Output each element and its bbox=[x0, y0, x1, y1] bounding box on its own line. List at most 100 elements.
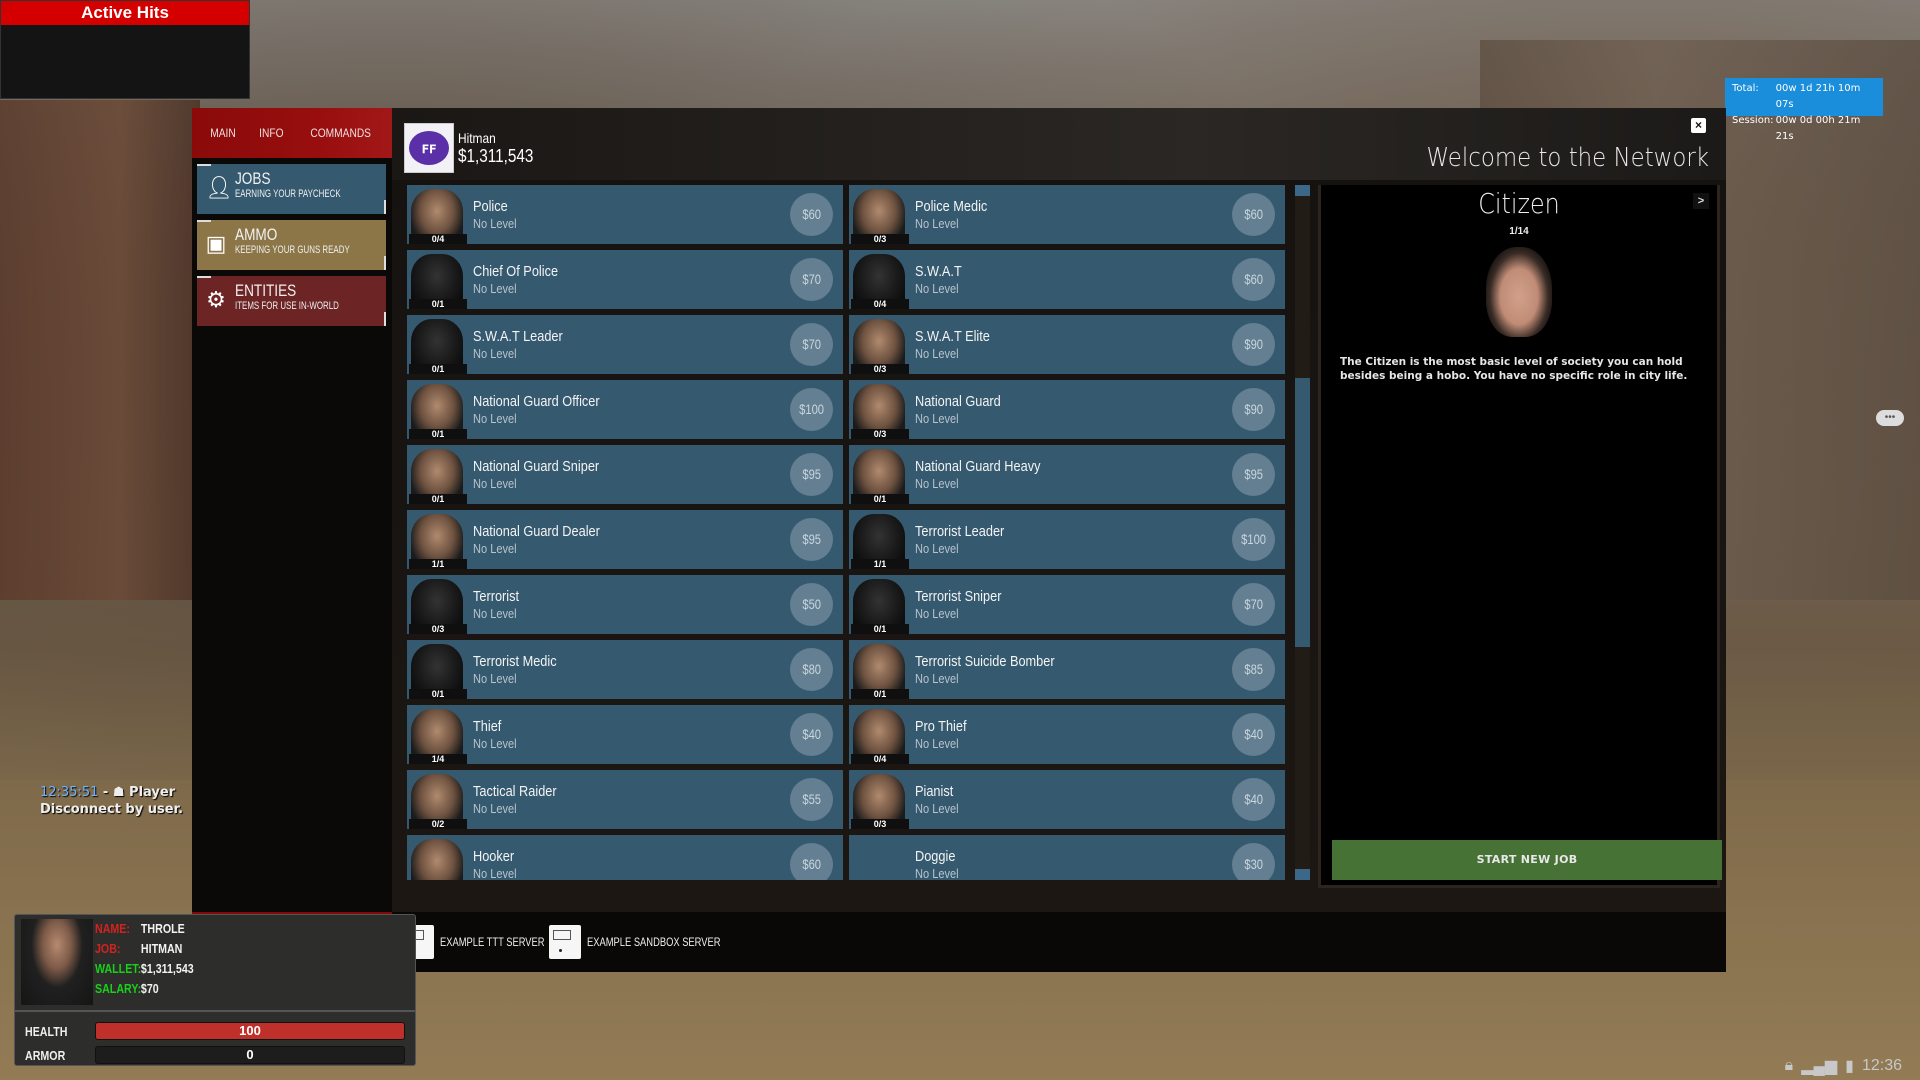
job-salary-badge: $100 bbox=[1232, 518, 1275, 561]
category-subtitle: ITEMS FOR USE IN-WORLD bbox=[235, 300, 339, 312]
tray-time: 12:36 bbox=[1861, 1057, 1902, 1074]
job-salary: $95 bbox=[1244, 466, 1263, 482]
job-card[interactable]: 0/1 Terrorist Suicide Bomber No Level $85 bbox=[849, 640, 1285, 699]
job-card[interactable]: 0/1 Terrorist Medic No Level $80 bbox=[407, 640, 843, 699]
job-salary-badge: $50 bbox=[790, 583, 833, 626]
jobs-scrollbar[interactable] bbox=[1295, 185, 1310, 880]
job-salary: $85 bbox=[1244, 661, 1263, 677]
chat-message: Disconnect by user. bbox=[40, 802, 184, 817]
job-card[interactable]: 0/3 Police Medic No Level $60 bbox=[849, 185, 1285, 244]
start-new-job-button[interactable]: START NEW JOB bbox=[1332, 840, 1722, 880]
scroll-down-button[interactable] bbox=[1295, 869, 1310, 880]
player-icon: ☗ bbox=[112, 785, 125, 800]
job-level: No Level bbox=[473, 541, 517, 556]
tab-commands[interactable]: COMMANDS bbox=[310, 126, 371, 140]
job-card[interactable]: 1/1 National Guard Dealer No Level $95 bbox=[407, 510, 843, 569]
next-model-button[interactable]: > bbox=[1693, 193, 1709, 209]
job-name: Hooker bbox=[473, 848, 515, 865]
job-name: Chief Of Police bbox=[473, 263, 559, 280]
job-slots: 0/1 bbox=[851, 689, 909, 699]
job-name: Terrorist Leader bbox=[915, 523, 1005, 540]
person-icon: 👤︎ bbox=[205, 175, 233, 200]
job-salary-badge: $70 bbox=[790, 258, 833, 301]
scroll-thumb[interactable] bbox=[1295, 378, 1310, 647]
job-card[interactable]: 0/3 Terrorist No Level $50 bbox=[407, 575, 843, 634]
job-level: No Level bbox=[473, 476, 517, 491]
category-entities[interactable]: ⚙ ENTITIES ITEMS FOR USE IN-WORLD bbox=[197, 276, 386, 326]
job-description: The Citizen is the most basic level of s… bbox=[1340, 356, 1688, 382]
job-card[interactable]: 0/1 National Guard Heavy No Level $95 bbox=[849, 445, 1285, 504]
logo-mark-icon: ꜰꜰ bbox=[409, 131, 449, 165]
job-salary: $100 bbox=[1241, 531, 1266, 547]
job-salary-badge: $70 bbox=[790, 323, 833, 366]
job-salary: $60 bbox=[802, 206, 821, 222]
job-card[interactable]: 0/3 Pianist No Level $40 bbox=[849, 770, 1285, 829]
job-level: No Level bbox=[915, 281, 959, 296]
detail-title: Citizen bbox=[1478, 187, 1560, 220]
job-salary-badge: $60 bbox=[1232, 193, 1275, 236]
system-tray: 🔒︎ ▂▄▆ ▮ 12:36 bbox=[1785, 1056, 1902, 1076]
category-jobs[interactable]: 👤︎ JOBS EARNING YOUR PAYCHECK bbox=[197, 164, 386, 214]
armor-bar: 0 bbox=[95, 1046, 405, 1064]
background-building-left bbox=[0, 100, 200, 600]
job-name: Police Medic bbox=[915, 198, 988, 215]
job-card[interactable]: 1/4 Thief No Level $40 bbox=[407, 705, 843, 764]
job-card[interactable]: Hooker No Level $60 bbox=[407, 835, 843, 880]
job-salary: $40 bbox=[1244, 791, 1263, 807]
job-salary-badge: $70 bbox=[1232, 583, 1275, 626]
salary-value: $70 bbox=[140, 981, 159, 996]
category-title: JOBS bbox=[235, 169, 271, 188]
job-card[interactable]: Doggie No Level $30 bbox=[849, 835, 1285, 880]
job-salary: $95 bbox=[802, 531, 821, 547]
job-salary: $70 bbox=[802, 271, 821, 287]
tab-info[interactable]: INFO bbox=[259, 126, 283, 140]
main-header: ꜰꜰ Hitman $1,311,543 × Welcome to the Ne… bbox=[392, 108, 1726, 180]
job-salary: $80 bbox=[802, 661, 821, 677]
job-salary-badge: $85 bbox=[1232, 648, 1275, 691]
job-level: No Level bbox=[915, 801, 959, 816]
job-slots: 0/2 bbox=[409, 819, 467, 829]
job-card[interactable]: 0/4 Pro Thief No Level $40 bbox=[849, 705, 1285, 764]
job-slots: 0/4 bbox=[851, 754, 909, 764]
player-avatar bbox=[21, 919, 93, 1005]
main-panel: ꜰꜰ Hitman $1,311,543 × Welcome to the Ne… bbox=[392, 108, 1726, 912]
speech-bubble-icon: ••• bbox=[1876, 410, 1904, 426]
job-slots: 0/4 bbox=[409, 234, 467, 244]
job-name: Tactical Raider bbox=[473, 783, 557, 800]
job-level: No Level bbox=[473, 736, 517, 751]
job-slots: 0/3 bbox=[851, 429, 909, 439]
scroll-up-button[interactable] bbox=[1295, 185, 1310, 196]
job-card[interactable]: 0/1 Terrorist Sniper No Level $70 bbox=[849, 575, 1285, 634]
job-name: National Guard Sniper bbox=[473, 458, 600, 475]
job-card[interactable]: 0/2 Tactical Raider No Level $55 bbox=[407, 770, 843, 829]
job-salary-badge: $60 bbox=[1232, 258, 1275, 301]
job-salary-badge: $100 bbox=[790, 388, 833, 431]
wallet-value: $1,311,543 bbox=[140, 961, 194, 976]
tab-main[interactable]: MAIN bbox=[210, 126, 236, 140]
job-slots: 0/3 bbox=[851, 819, 909, 829]
job-card[interactable]: 0/1 National Guard Sniper No Level $95 bbox=[407, 445, 843, 504]
lock-icon: 🔒︎ bbox=[1784, 1057, 1794, 1074]
session-label: Session: bbox=[1732, 115, 1774, 126]
job-card[interactable]: 0/1 National Guard Officer No Level $100 bbox=[407, 380, 843, 439]
job-salary-badge: $95 bbox=[790, 453, 833, 496]
job-card[interactable]: 0/4 S.W.A.T No Level $60 bbox=[849, 250, 1285, 309]
job-name: Pianist bbox=[915, 783, 954, 800]
job-card[interactable]: 0/1 S.W.A.T Leader No Level $70 bbox=[407, 315, 843, 374]
job-salary: $40 bbox=[802, 726, 821, 742]
job-salary: $90 bbox=[1244, 401, 1263, 417]
job-card[interactable]: 0/1 Chief Of Police No Level $70 bbox=[407, 250, 843, 309]
job-name: National Guard Officer bbox=[473, 393, 600, 410]
job-card[interactable]: 0/4 Police No Level $60 bbox=[407, 185, 843, 244]
job-card[interactable]: 0/3 National Guard No Level $90 bbox=[849, 380, 1285, 439]
job-salary: $70 bbox=[1244, 596, 1263, 612]
job-card[interactable]: 0/3 S.W.A.T Elite No Level $90 bbox=[849, 315, 1285, 374]
close-button[interactable]: × bbox=[1691, 118, 1706, 133]
model-page-indicator: 1/14 bbox=[1509, 226, 1529, 237]
f4-menu-window: MAIN INFO COMMANDS 👤︎ JOBS EARNING YOUR … bbox=[192, 108, 1726, 972]
job-level: No Level bbox=[473, 346, 517, 361]
health-label: HEALTH bbox=[25, 1023, 68, 1039]
category-ammo[interactable]: ▣ AMMO KEEPING YOUR GUNS READY bbox=[197, 220, 386, 270]
server-link-sandbox[interactable]: EXAMPLE SANDBOX SERVER bbox=[549, 925, 758, 959]
job-card[interactable]: 1/1 Terrorist Leader No Level $100 bbox=[849, 510, 1285, 569]
